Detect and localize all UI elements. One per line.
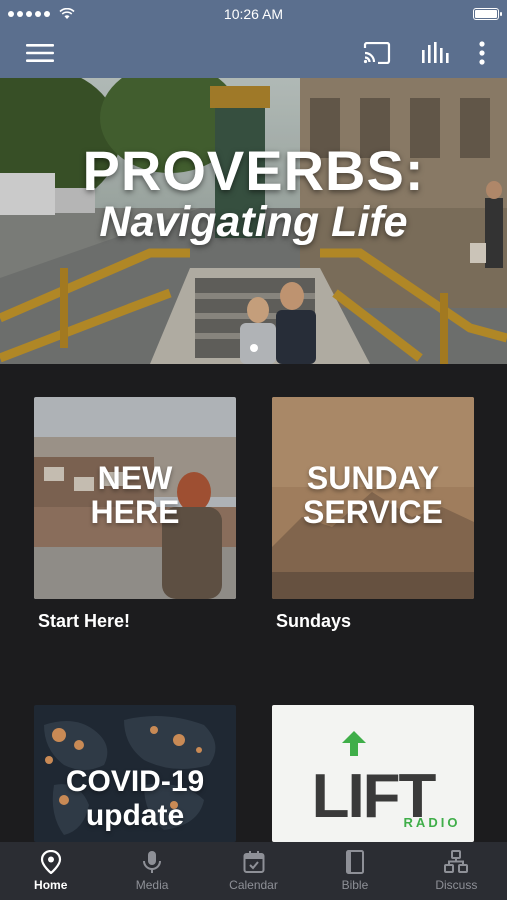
battery-icon	[473, 8, 502, 20]
svg-text:RADIO: RADIO	[404, 815, 461, 830]
app-bar	[0, 28, 507, 78]
nav-home-label: Home	[34, 878, 68, 892]
tile-new-here-line1: NEW	[97, 460, 173, 496]
nav-discuss-label: Discuss	[435, 878, 478, 892]
cast-icon	[363, 42, 391, 64]
calendar-icon	[243, 851, 265, 873]
microphone-icon	[143, 851, 162, 873]
wifi-icon	[59, 8, 75, 19]
cast-button[interactable]	[363, 42, 391, 64]
status-time: 10:26 AM	[223, 6, 284, 22]
nav-discuss[interactable]: Discuss	[406, 842, 507, 900]
tile-caption-sundays[interactable]: Sundays	[276, 611, 351, 632]
carousel-dot[interactable]	[249, 344, 258, 352]
nav-calendar[interactable]: Calendar	[203, 842, 304, 900]
tile-sunday-line1: SUNDAY	[306, 460, 440, 496]
hero-title: PROVERBS:	[82, 139, 425, 202]
nav-bible-label: Bible	[341, 878, 369, 892]
nav-media-label: Media	[135, 878, 169, 892]
equalizer-icon	[422, 42, 449, 63]
more-options-button[interactable]	[479, 41, 485, 65]
tile-covid-update[interactable]: COVID-19 update	[34, 705, 236, 842]
location-pin-icon	[40, 850, 61, 874]
people-icon	[444, 850, 469, 873]
lift-radio-logo: LIFT RADIO	[272, 705, 474, 842]
more-vertical-icon	[479, 41, 485, 65]
menu-button[interactable]	[26, 43, 54, 63]
hero-banner[interactable]: PROVERBS: Navigating Life	[0, 78, 507, 364]
tile-sunday-service[interactable]: SUNDAY SERVICE	[272, 397, 474, 599]
tile-new-here-line2: HERE	[90, 494, 180, 530]
signal-icon	[8, 8, 75, 20]
nav-home[interactable]: Home	[0, 842, 101, 900]
tile-sunday-line2: SERVICE	[303, 494, 443, 530]
nav-bible[interactable]: Bible	[304, 842, 405, 900]
status-bar: 10:26 AM	[0, 0, 507, 28]
book-icon	[345, 850, 364, 874]
hamburger-menu-icon	[26, 44, 54, 62]
tile-lift-radio[interactable]: LIFT RADIO	[272, 705, 474, 842]
tile-covid-line2: update	[85, 799, 185, 832]
nav-media[interactable]: Media	[101, 842, 202, 900]
carousel-pager	[0, 344, 507, 352]
tile-caption-start-here[interactable]: Start Here!	[38, 611, 130, 632]
nav-calendar-label: Calendar	[229, 878, 278, 892]
tile-covid-line1: COVID-19	[65, 765, 205, 798]
audio-button[interactable]	[421, 42, 449, 64]
hero-subtitle: Navigating Life	[99, 198, 408, 246]
bottom-nav: Home Media Calendar Bible Discuss	[0, 842, 507, 900]
tile-new-here[interactable]: NEW HERE	[34, 397, 236, 599]
